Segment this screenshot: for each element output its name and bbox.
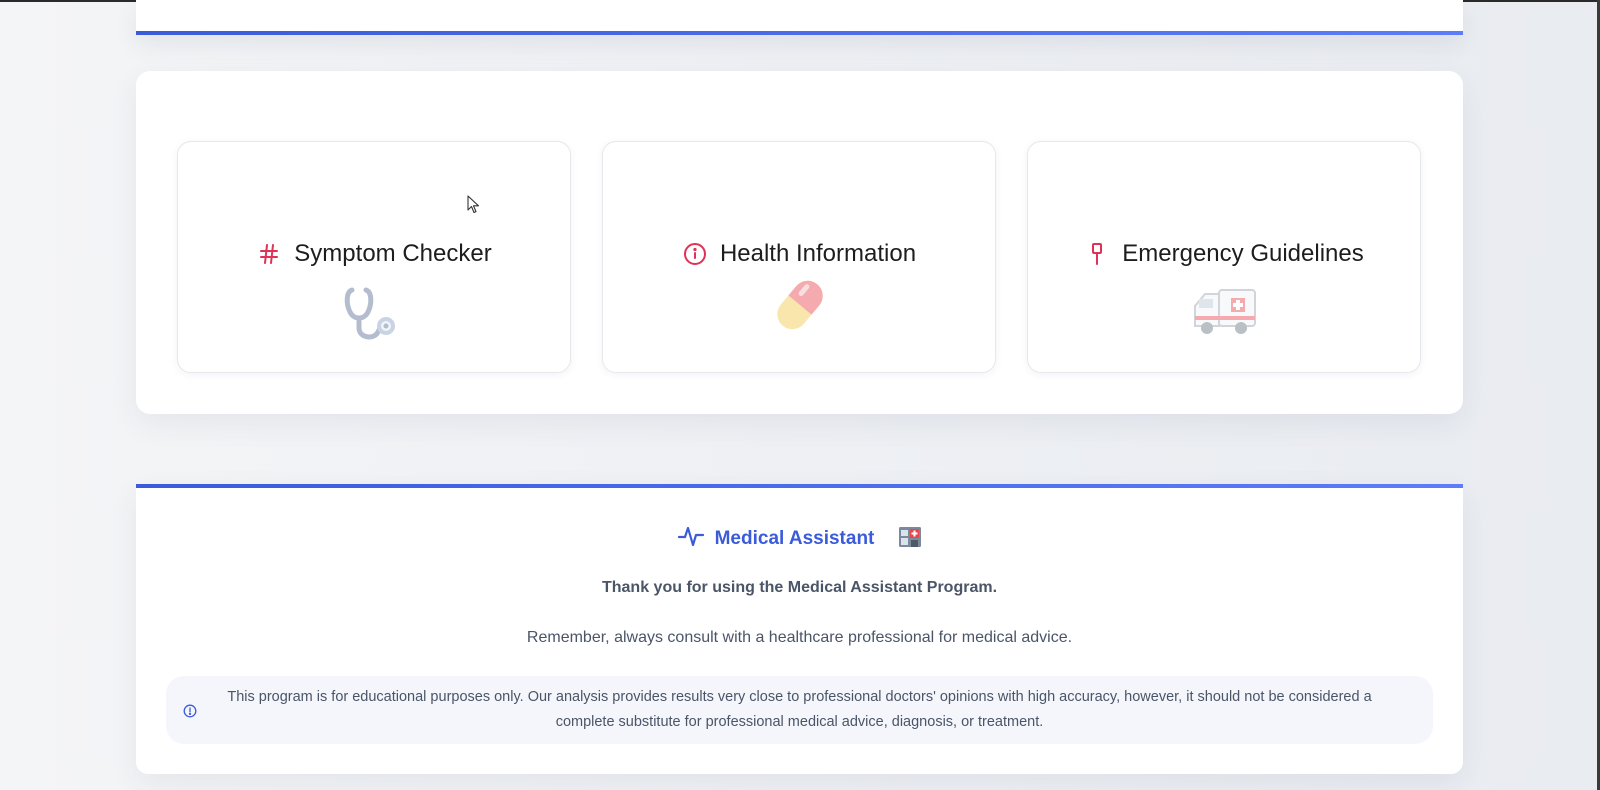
header-accent-bar [136,31,1463,35]
card-title-row: Health Information [603,240,995,268]
disclaimer-text: This program is for educational purposes… [227,689,1372,730]
activity-icon [677,523,705,554]
health-information-card[interactable]: Health Information [602,141,996,373]
header-card [136,0,1463,35]
hospital-emoji-icon [898,524,922,553]
footer-brand: Medical Assistant [714,527,875,549]
card-title: Health Information [719,240,917,267]
mouse-cursor-icon [467,195,481,220]
map-pin-icon [1084,241,1110,267]
consult-reminder: Remember, always consult with a healthca… [526,629,1073,646]
card-title: Emergency Guidelines [1122,240,1364,267]
footer-accent-bar [136,484,1463,488]
info-icon [183,704,197,723]
footer-card: Medical Assistant Thank you for using th… [136,484,1463,774]
info-circle-icon [682,241,708,267]
symptom-checker-card[interactable]: Symptom Checker [177,141,571,373]
ambulance-icon [1191,286,1259,343]
pill-icon [765,270,835,345]
stethoscope-icon [338,282,402,351]
feature-cards-section: Symptom Checker Health Information Emerg… [136,71,1463,414]
footer-brand-row: Medical Assistant [136,523,1463,554]
card-title-row: Emergency Guidelines [1028,240,1420,268]
disclaimer-box: This program is for educational purposes… [166,676,1433,744]
emergency-guidelines-card[interactable]: Emergency Guidelines [1027,141,1421,373]
card-title-row: Symptom Checker [178,240,570,268]
thank-you-message: Thank you for using the Medical Assistan… [601,579,998,596]
card-title: Symptom Checker [294,240,492,267]
hash-icon [256,241,282,267]
